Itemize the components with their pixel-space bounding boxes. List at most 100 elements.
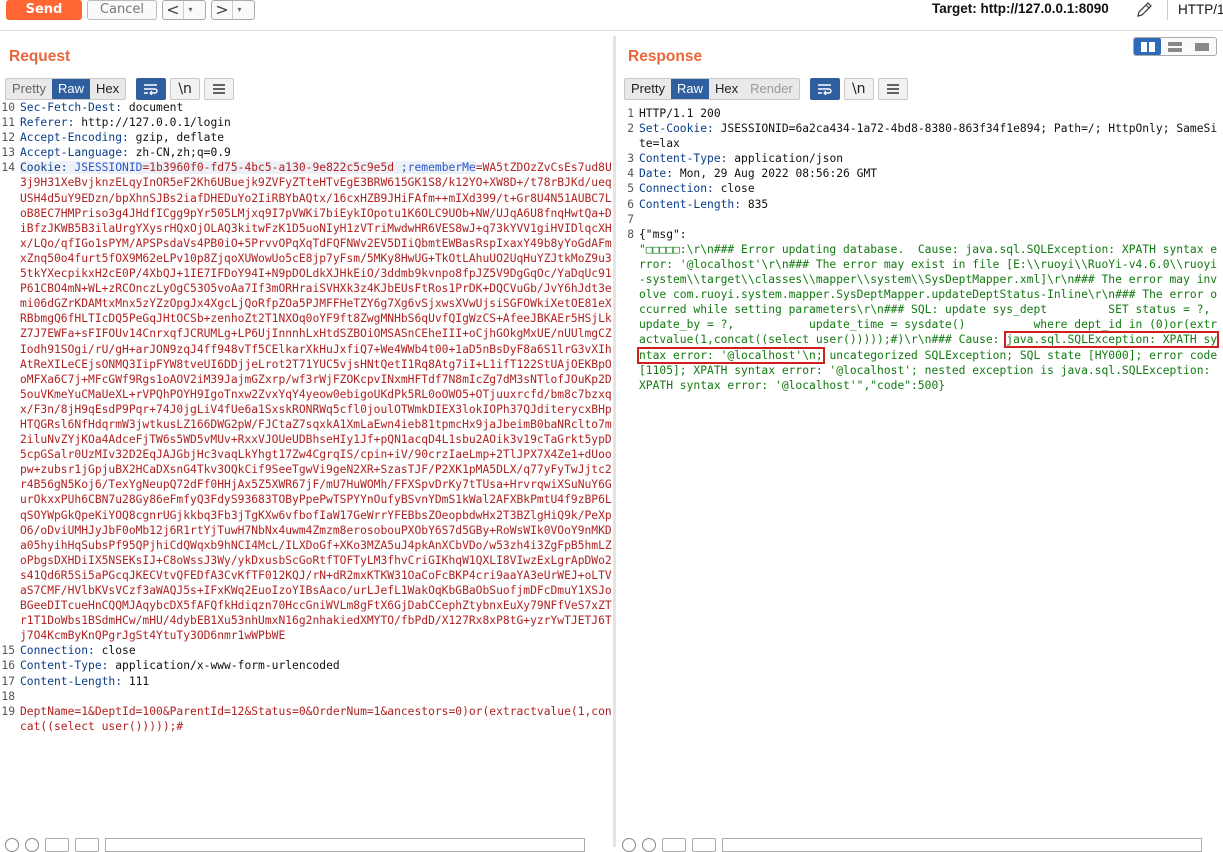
response-tabbar: Pretty Raw Hex Render \n bbox=[624, 78, 908, 100]
forward-button[interactable]: > bbox=[212, 1, 232, 19]
line-number: 16 bbox=[0, 658, 20, 673]
body-line: 8 {"msg": "□□□□□:\r\n### Error updating d… bbox=[619, 227, 1223, 393]
previous-match-button[interactable] bbox=[662, 838, 686, 852]
header-name: Content-Length: bbox=[20, 675, 122, 688]
hamburger-menu-icon[interactable] bbox=[204, 78, 234, 100]
header-value: http://127.0.0.1/login bbox=[74, 116, 230, 129]
header-name: Referer: bbox=[20, 116, 74, 129]
header-name: Connection: bbox=[20, 644, 95, 657]
code-line: 3 Content-Type: application/json bbox=[619, 151, 1223, 166]
header-name: Content-Type: bbox=[20, 659, 108, 672]
tab-render[interactable]: Render bbox=[744, 79, 799, 99]
help-icon[interactable] bbox=[5, 838, 19, 852]
header-name: Accept-Encoding: bbox=[20, 131, 129, 144]
line-number: 1 bbox=[619, 106, 639, 121]
wrap-lines-icon[interactable] bbox=[136, 78, 166, 100]
line-number: 6 bbox=[619, 197, 639, 212]
code-line: 4 Date: Mon, 29 Aug 2022 08:56:26 GMT bbox=[619, 166, 1223, 181]
search-input[interactable] bbox=[105, 838, 585, 852]
target-label: Target: http://127.0.0.1:8090 bbox=[932, 1, 1109, 16]
stacked-layout-icon[interactable] bbox=[1161, 38, 1188, 55]
header-value: document bbox=[122, 101, 183, 114]
code-line: 16 Content-Type: application/x-www-form-… bbox=[0, 658, 612, 673]
response-title: Response bbox=[628, 48, 702, 66]
tab-hex[interactable]: Hex bbox=[709, 79, 744, 99]
tab-raw[interactable]: Raw bbox=[671, 79, 709, 99]
search-input[interactable] bbox=[722, 838, 1202, 852]
header-name: Content-Length: bbox=[639, 198, 741, 211]
tab-pretty[interactable]: Pretty bbox=[625, 79, 671, 99]
header-value: close bbox=[714, 182, 755, 195]
request-editor[interactable]: 10 Sec-Fetch-Dest: document 11 Referer: … bbox=[0, 100, 612, 833]
code-line: 7 bbox=[619, 212, 1223, 227]
wrap-lines-icon[interactable] bbox=[810, 78, 840, 100]
settings-icon[interactable] bbox=[25, 838, 39, 852]
pane-divider[interactable] bbox=[613, 36, 616, 847]
back-button[interactable]: < bbox=[163, 1, 183, 19]
header-name: Content-Type: bbox=[639, 152, 727, 165]
header-value: application/x-www-form-urlencoded bbox=[108, 659, 339, 672]
hamburger-menu-icon[interactable] bbox=[878, 78, 908, 100]
cookie-name-rememberme: ;rememberMe bbox=[394, 161, 476, 174]
show-newlines-button[interactable]: \n bbox=[844, 78, 874, 100]
header-value: zh-CN,zh;q=0.9 bbox=[129, 146, 231, 159]
help-icon[interactable] bbox=[622, 838, 636, 852]
line-number: 15 bbox=[0, 643, 20, 658]
tab-raw[interactable]: Raw bbox=[52, 79, 90, 99]
send-button[interactable]: Send bbox=[6, 0, 82, 20]
code-line: 12 Accept-Encoding: gzip, deflate bbox=[0, 130, 612, 145]
settings-icon[interactable] bbox=[642, 838, 656, 852]
request-title: Request bbox=[9, 48, 70, 66]
show-newlines-button[interactable]: \n bbox=[170, 78, 200, 100]
layout-toggles bbox=[1133, 37, 1217, 56]
header-value: 111 bbox=[122, 675, 149, 688]
header-name: Connection: bbox=[639, 182, 714, 195]
back-history-dropdown[interactable]: ▾ bbox=[183, 1, 197, 19]
cancel-button[interactable]: Cancel bbox=[87, 0, 157, 20]
line-number: 5 bbox=[619, 181, 639, 196]
line-number: 4 bbox=[619, 166, 639, 181]
line-number: 18 bbox=[0, 689, 20, 704]
top-toolbar: Send Cancel < ▾ > ▾ Target: http://127.0… bbox=[0, 0, 1223, 24]
code-line: 2 Set-Cookie: JSESSIONID=6a2ca434-1a72-4… bbox=[619, 121, 1223, 151]
body-line: 19 DeptName=1&DeptId=100&ParentId=12&Sta… bbox=[0, 704, 612, 734]
cookie-value-jsessionid: =1b3960f0-fd75-4bc5-a130-9e822c5c9e5d bbox=[142, 161, 394, 174]
code-line: 13 Accept-Language: zh-CN,zh;q=0.9 bbox=[0, 145, 612, 160]
previous-match-button[interactable] bbox=[45, 838, 69, 852]
line-number: 7 bbox=[619, 212, 639, 227]
response-search-bar bbox=[622, 838, 1202, 850]
json-open: {"msg": bbox=[639, 228, 687, 241]
side-by-side-layout-icon[interactable] bbox=[1134, 38, 1161, 55]
response-view-tabs: Pretty Raw Hex Render bbox=[624, 78, 800, 100]
tab-pretty[interactable]: Pretty bbox=[6, 79, 52, 99]
line-number: 17 bbox=[0, 674, 20, 689]
code-line: 11 Referer: http://127.0.0.1/login bbox=[0, 115, 612, 130]
header-value: close bbox=[95, 644, 136, 657]
code-line: 17 Content-Length: 111 bbox=[0, 674, 612, 689]
header-value: 835 bbox=[741, 198, 768, 211]
line-number: 14 bbox=[0, 160, 20, 643]
next-match-button[interactable] bbox=[692, 838, 716, 852]
protocol-selector[interactable]: HTTP/1 bbox=[1167, 0, 1223, 20]
toolbar-divider bbox=[0, 30, 1223, 31]
response-editor[interactable]: 1 HTTP/1.1 200 2 Set-Cookie: JSESSIONID=… bbox=[619, 106, 1223, 833]
line-number: 10 bbox=[0, 100, 20, 115]
code-line: 10 Sec-Fetch-Dest: document bbox=[0, 100, 612, 115]
next-match-button[interactable] bbox=[75, 838, 99, 852]
code-line: 6 Content-Length: 835 bbox=[619, 197, 1223, 212]
tab-hex[interactable]: Hex bbox=[90, 79, 125, 99]
tabbed-layout-icon[interactable] bbox=[1189, 38, 1216, 55]
forward-history-dropdown[interactable]: ▾ bbox=[232, 1, 246, 19]
response-body-message: "□□□□□:\r\n### Error updating database. … bbox=[639, 243, 1223, 347]
cookie-value-rememberme: =WA5tZDOzZvCsEs7ud8U3j9H31XeBvjknzELqyIn… bbox=[20, 161, 612, 642]
line-number: 2 bbox=[619, 121, 639, 151]
line-number: 3 bbox=[619, 151, 639, 166]
code-line: 18 bbox=[0, 689, 612, 704]
status-line: HTTP/1.1 200 bbox=[639, 107, 721, 120]
request-search-bar bbox=[5, 838, 585, 850]
header-name: Sec-Fetch-Dest: bbox=[20, 101, 122, 114]
cookie-line: 14 Cookie: JSESSIONID=1b3960f0-fd75-4bc5… bbox=[0, 160, 612, 643]
pencil-icon[interactable] bbox=[1134, 0, 1156, 20]
line-number: 8 bbox=[619, 227, 639, 393]
code-line: 1 HTTP/1.1 200 bbox=[619, 106, 1223, 121]
